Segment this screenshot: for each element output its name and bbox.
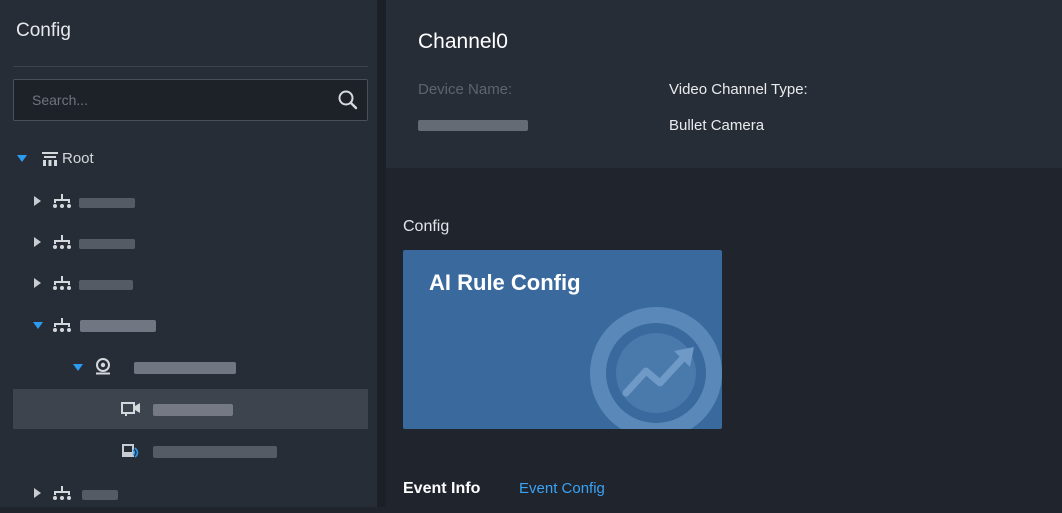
video-channel-type-label: Video Channel Type: bbox=[669, 81, 808, 98]
redacted-label bbox=[79, 280, 133, 290]
redacted-label bbox=[153, 446, 277, 458]
tree-item-device[interactable] bbox=[0, 347, 377, 387]
organization-icon bbox=[53, 235, 71, 249]
redacted-label bbox=[134, 362, 236, 374]
sidebar-divider bbox=[13, 66, 368, 67]
caret-down-icon[interactable] bbox=[17, 155, 27, 162]
organization-icon bbox=[53, 276, 71, 290]
caret-right-icon[interactable] bbox=[34, 278, 41, 288]
caret-right-icon[interactable] bbox=[34, 196, 41, 206]
video-channel-type-value: Bullet Camera bbox=[669, 117, 765, 134]
redacted-label bbox=[79, 198, 135, 208]
tree-item-channel-selected[interactable] bbox=[13, 389, 368, 429]
device-name-label: Device Name: bbox=[418, 81, 513, 98]
organization-icon bbox=[53, 318, 71, 332]
sidebar-title: Config bbox=[16, 20, 71, 41]
sidebar: Config Root bbox=[0, 0, 377, 507]
caret-right-icon[interactable] bbox=[34, 488, 41, 498]
search-icon[interactable] bbox=[337, 89, 359, 111]
tree-item-label: Root bbox=[62, 150, 94, 167]
redacted-label bbox=[82, 490, 118, 500]
organization-icon bbox=[53, 486, 71, 500]
event-config-link[interactable]: Event Config bbox=[519, 480, 605, 497]
search-input[interactable] bbox=[14, 80, 324, 120]
config-section-title: Config bbox=[403, 218, 450, 235]
event-info-title: Event Info bbox=[403, 480, 481, 497]
alarm-channel-icon bbox=[122, 444, 139, 458]
camera-device-icon bbox=[96, 358, 110, 375]
tree-item-root[interactable]: Root bbox=[0, 139, 377, 179]
caret-down-icon[interactable] bbox=[33, 322, 43, 329]
trend-chart-icon bbox=[590, 307, 722, 429]
caret-down-icon[interactable] bbox=[73, 364, 83, 371]
panel-splitter[interactable] bbox=[377, 0, 386, 507]
ai-rule-config-title: AI Rule Config bbox=[429, 270, 581, 295]
redacted-label bbox=[153, 404, 233, 416]
config-window: Config Root bbox=[0, 0, 1062, 507]
device-name-value-redacted bbox=[418, 120, 528, 131]
video-channel-icon bbox=[121, 402, 140, 416]
tree-item-group[interactable] bbox=[0, 473, 377, 513]
caret-right-icon[interactable] bbox=[34, 237, 41, 247]
tree-item-group[interactable] bbox=[0, 181, 377, 221]
tree-item-channel[interactable] bbox=[0, 431, 377, 471]
organization-icon bbox=[53, 194, 71, 208]
tree-item-group[interactable] bbox=[0, 222, 377, 262]
organization-root-icon bbox=[42, 152, 58, 166]
tree-item-group-expanded[interactable] bbox=[0, 305, 377, 345]
redacted-label bbox=[79, 239, 135, 249]
search-box[interactable] bbox=[13, 79, 368, 121]
page-title: Channel0 bbox=[418, 30, 508, 53]
redacted-label bbox=[80, 320, 156, 332]
ai-rule-config-card[interactable]: AI Rule Config bbox=[403, 250, 722, 429]
tree-item-group[interactable] bbox=[0, 263, 377, 303]
